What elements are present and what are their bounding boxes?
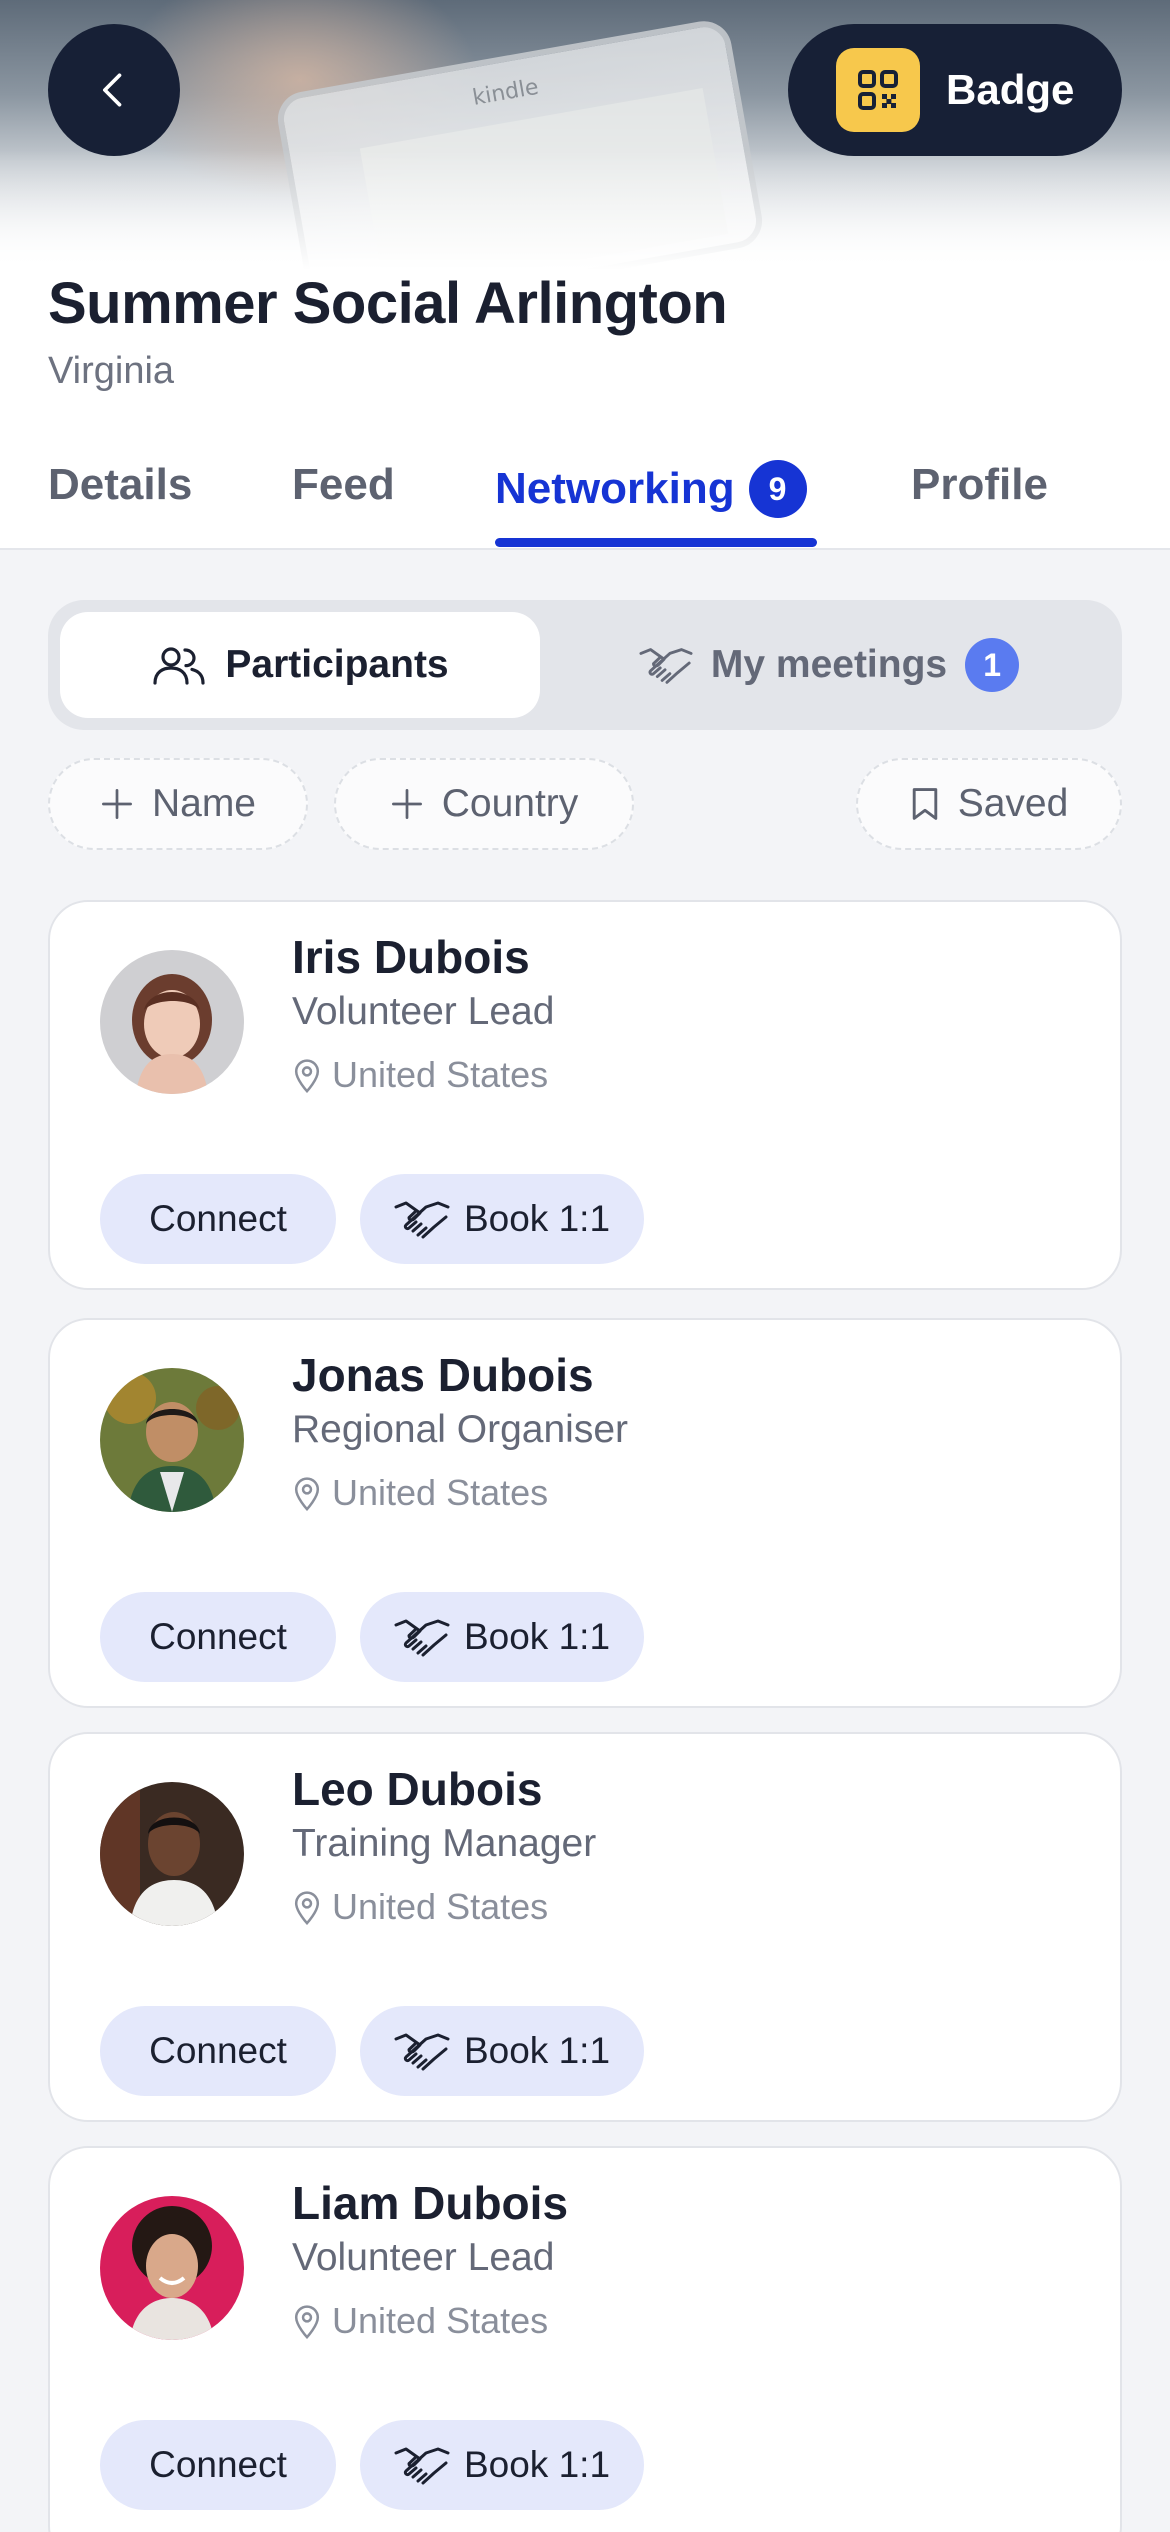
book-label: Book 1:1 [463, 2444, 611, 2485]
tab-details-label: Details [48, 460, 193, 509]
networking-count-badge: 9 [748, 460, 807, 518]
participant-card[interactable]: Iris Dubois Volunteer Lead United States… [48, 900, 1122, 1290]
participant-location-label: United States [332, 1054, 549, 1095]
filter-country-chip[interactable]: Country [334, 758, 634, 850]
book-label: Book 1:1 [463, 1616, 611, 1657]
handshake-icon [394, 2033, 450, 2071]
book-label: Book 1:1 [463, 2030, 611, 2071]
participant-role: Volunteer Lead [292, 990, 555, 1033]
participant-card[interactable]: Jonas Dubois Regional Organiser United S… [48, 1318, 1122, 1708]
participant-card[interactable]: Leo Dubois Training Manager United State… [48, 1732, 1122, 2122]
filter-saved-label: Saved [957, 782, 1069, 825]
map-pin-icon [294, 1477, 320, 1511]
filter-name-label: Name [151, 782, 257, 825]
map-pin-icon [294, 1059, 320, 1093]
tab-bar: Details Feed Networking 9 Profile [0, 430, 1170, 550]
tab-feed[interactable]: Feed [292, 460, 395, 510]
participant-location-label: United States [332, 2300, 549, 2341]
meetings-count-badge: 1 [965, 638, 1020, 692]
handshake-icon [639, 648, 693, 684]
participant-location-label: United States [332, 1472, 549, 1513]
tab-networking-label: Networking [495, 464, 735, 513]
badge-label: Badge [946, 66, 1075, 113]
handshake-icon [394, 2447, 450, 2485]
participant-name: Leo Dubois [292, 1763, 543, 1815]
connect-label: Connect [149, 1616, 287, 1657]
participant-name: Iris Dubois [292, 931, 530, 983]
avatar [100, 2196, 244, 2340]
participant-location: United States [292, 2300, 548, 2342]
my-meetings-label: My meetings [710, 643, 948, 686]
connect-button[interactable]: Connect [100, 1174, 336, 1264]
book-meeting-button[interactable]: Book 1:1 [360, 2420, 644, 2510]
participant-card[interactable]: Liam Dubois Volunteer Lead United States… [48, 2146, 1122, 2532]
connect-button[interactable]: Connect [100, 1592, 336, 1682]
connect-button[interactable]: Connect [100, 2006, 336, 2096]
page-title: Summer Social Arlington [48, 271, 728, 336]
users-icon [153, 647, 205, 685]
participants-label: Participants [225, 643, 449, 686]
plus-icon [102, 789, 132, 819]
filter-name-chip[interactable]: Name [48, 758, 308, 850]
participant-location: United States [292, 1886, 548, 1928]
book-meeting-button[interactable]: Book 1:1 [360, 1174, 644, 1264]
qr-code-icon [836, 48, 920, 132]
participant-role: Training Manager [292, 1822, 597, 1865]
handshake-icon [394, 1619, 450, 1657]
map-pin-icon [294, 2305, 320, 2339]
book-meeting-button[interactable]: Book 1:1 [360, 1592, 644, 1682]
tab-profile-label: Profile [911, 460, 1048, 509]
participant-role: Volunteer Lead [292, 2236, 555, 2279]
bookmark-icon [912, 788, 937, 820]
plus-icon [391, 789, 422, 819]
connect-label: Connect [149, 2444, 287, 2485]
participant-role: Regional Organiser [292, 1408, 629, 1451]
filter-country-label: Country [441, 782, 579, 825]
badge-button[interactable]: Badge [788, 24, 1122, 156]
tab-feed-label: Feed [292, 460, 395, 509]
book-label: Book 1:1 [463, 1198, 611, 1239]
connect-label: Connect [149, 1198, 287, 1239]
active-tab-indicator [495, 538, 817, 547]
handshake-icon [394, 1201, 450, 1239]
participant-location-label: United States [332, 1886, 549, 1927]
avatar [100, 1368, 244, 1512]
participant-location: United States [292, 1054, 548, 1096]
map-pin-icon [294, 1891, 320, 1925]
connect-button[interactable]: Connect [100, 2420, 336, 2510]
event-location: Virginia [48, 350, 175, 392]
filter-saved-chip[interactable]: Saved [856, 758, 1122, 850]
avatar [100, 1782, 244, 1926]
participants-segment[interactable]: Participants [60, 612, 540, 718]
tab-details[interactable]: Details [48, 460, 192, 510]
tab-profile[interactable]: Profile [911, 460, 1048, 510]
participant-name: Jonas Dubois [292, 1349, 594, 1401]
tab-networking[interactable]: Networking 9 [495, 460, 807, 518]
my-meetings-segment[interactable]: My meetings 1 [548, 612, 1110, 718]
connect-label: Connect [149, 2030, 287, 2071]
networking-segmented-control: Participants My meetings 1 [48, 600, 1122, 730]
participant-name: Liam Dubois [292, 2177, 569, 2229]
chevron-left-icon [103, 73, 122, 107]
book-meeting-button[interactable]: Book 1:1 [360, 2006, 644, 2096]
back-button[interactable] [48, 24, 180, 156]
participant-location: United States [292, 1472, 548, 1514]
avatar [100, 950, 244, 1094]
